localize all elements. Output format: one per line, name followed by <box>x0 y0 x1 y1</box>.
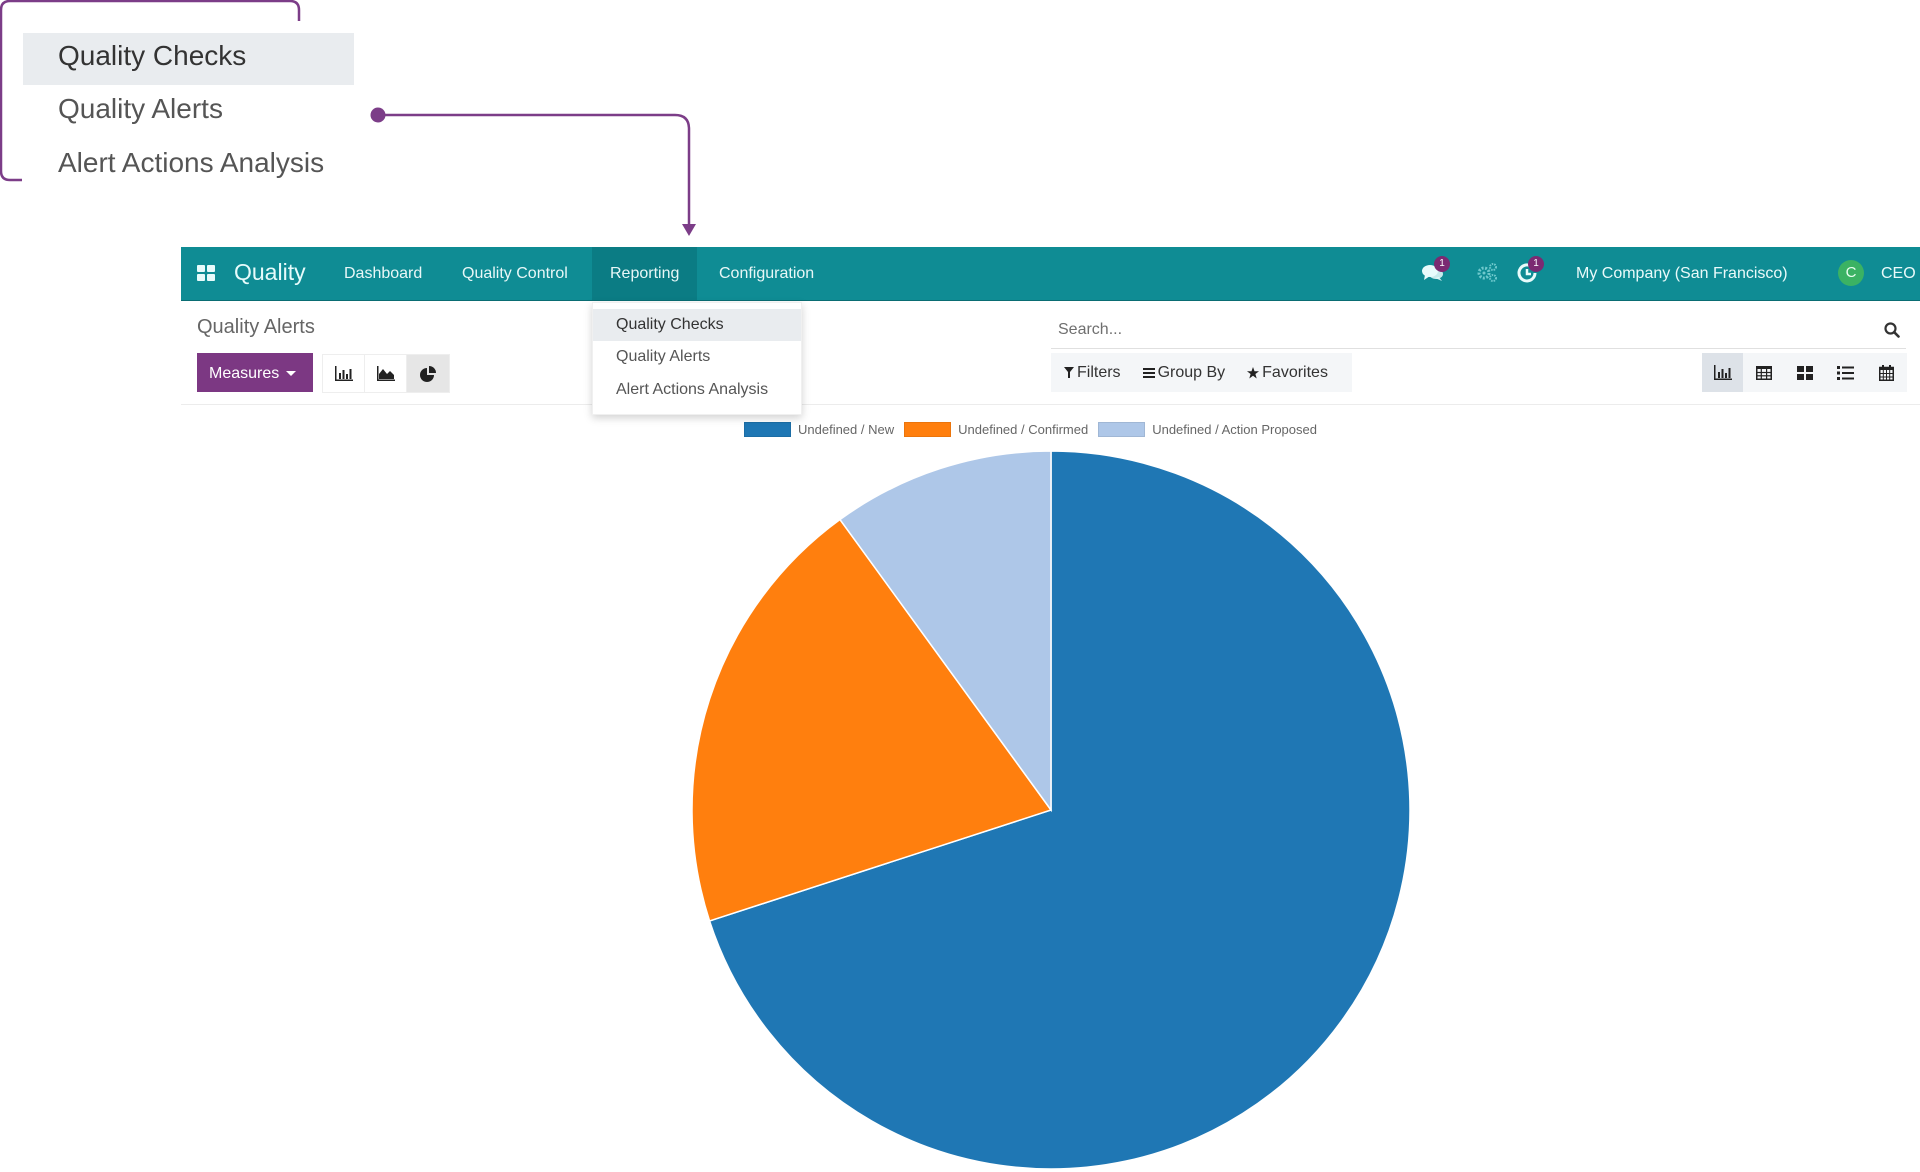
dropdown-item-alert-actions-analysis[interactable]: Alert Actions Analysis <box>593 374 801 406</box>
reporting-dropdown: Quality Checks Quality Alerts Alert Acti… <box>592 302 802 415</box>
dropdown-item-quality-alerts[interactable]: Quality Alerts <box>593 341 801 373</box>
pie-chart <box>691 450 1411 1170</box>
dropdown-item-quality-checks[interactable]: Quality Checks <box>593 309 801 341</box>
